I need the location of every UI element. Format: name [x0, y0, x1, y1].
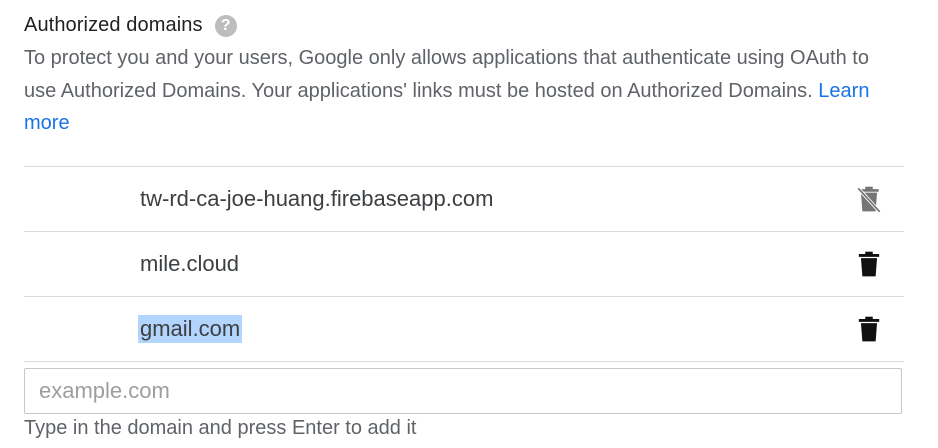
domain-name: tw-rd-ca-joe-huang.firebaseapp.com	[140, 186, 494, 211]
table-row: mile.cloud	[24, 231, 904, 296]
table-divider	[24, 361, 904, 362]
delete-icon[interactable]	[856, 314, 882, 344]
table-row: tw-rd-ca-joe-huang.firebaseapp.com	[24, 166, 904, 231]
domain-name: mile.cloud	[140, 251, 240, 276]
heading-row: Authorized domains ?	[24, 14, 237, 37]
domains-table: tw-rd-ca-joe-huang.firebaseapp.com mile.…	[24, 166, 904, 362]
section-description: To protect you and your users, Google on…	[24, 42, 904, 140]
description-text: To protect you and your users, Google on…	[24, 47, 869, 102]
help-icon[interactable]: ?	[214, 14, 237, 37]
input-hint: Type in the domain and press Enter to ad…	[24, 417, 417, 439]
domain-name: gmail.com	[138, 315, 243, 343]
domain-input[interactable]	[24, 368, 902, 414]
section-title: Authorized domains	[24, 14, 203, 36]
delete-disabled-icon	[857, 186, 881, 214]
delete-icon[interactable]	[856, 249, 882, 279]
table-row: gmail.com	[24, 296, 904, 361]
